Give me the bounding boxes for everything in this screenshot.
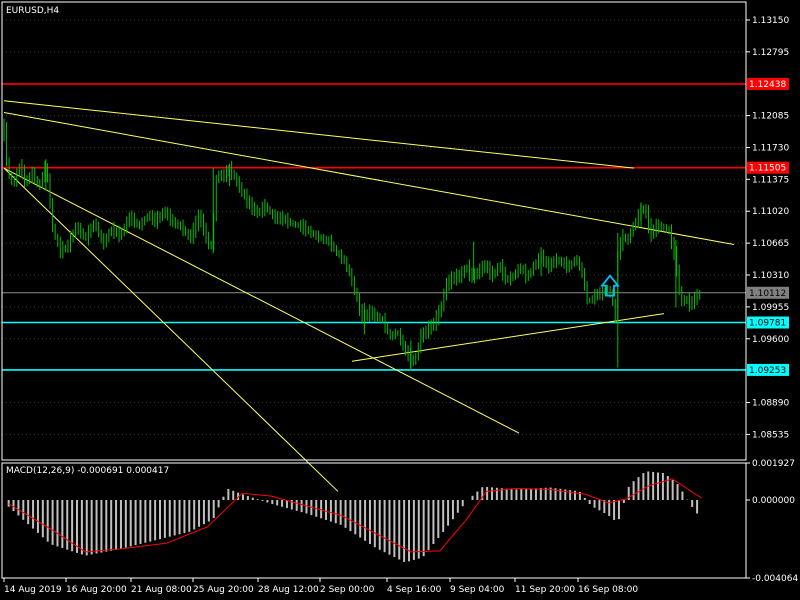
macd-tick-label: 0.000000 [752, 496, 795, 506]
price-tick-label: 1.12795 [752, 48, 789, 58]
price-tick-label: 1.10310 [752, 271, 789, 281]
price-tick-label: 1.09955 [752, 303, 789, 313]
time-tick-label: 4 Sep 16:00 [387, 585, 442, 595]
level-badge-label: 1.09781 [749, 319, 786, 329]
level-badge-label: 1.12438 [749, 80, 786, 90]
time-tick-label: 21 Aug 08:00 [131, 585, 192, 595]
time-tick-label: 25 Aug 20:00 [193, 585, 254, 595]
trading-chart[interactable]: 1.12438 1.11505 1.10112 1.09781 1.09253 1.13… [0, 0, 800, 600]
time-tick-label: 2 Sep 00:00 [320, 585, 375, 595]
level-badge-label: 1.09253 [749, 366, 786, 376]
time-tick-label: 9 Sep 04:00 [450, 585, 505, 595]
time-tick-label: 11 Sep 20:00 [515, 585, 575, 595]
time-tick-label: 28 Aug 12:00 [258, 585, 319, 595]
price-tick-label: 1.11730 [752, 143, 789, 153]
time-tick-label: 16 Sep 08:00 [578, 585, 638, 595]
price-tick-label: 1.13150 [752, 16, 789, 26]
price-tick-label: 1.08890 [752, 399, 789, 409]
macd-label: MACD(12,26,9) -0.000691 0.000417 [6, 466, 169, 476]
price-tick-label: 1.11020 [752, 207, 789, 217]
level-badge-label: 1.11505 [749, 164, 786, 174]
symbol-label: EURUSD,H4 [6, 6, 59, 16]
time-tick-label: 14 Aug 2019 [4, 585, 62, 595]
level-badge-label: 1.10112 [749, 289, 786, 299]
price-tick-label: 1.10665 [752, 239, 789, 249]
price-tick-label: 1.11375 [752, 175, 789, 185]
time-tick-label: 16 Aug 20:00 [66, 585, 127, 595]
macd-tick-label: 0.001927 [752, 459, 795, 469]
macd-tick-label: -0.004064 [752, 574, 798, 584]
price-tick-label: 1.09600 [752, 335, 789, 345]
price-tick-label: 1.12085 [752, 112, 789, 122]
price-tick-label: 1.08535 [752, 430, 789, 440]
